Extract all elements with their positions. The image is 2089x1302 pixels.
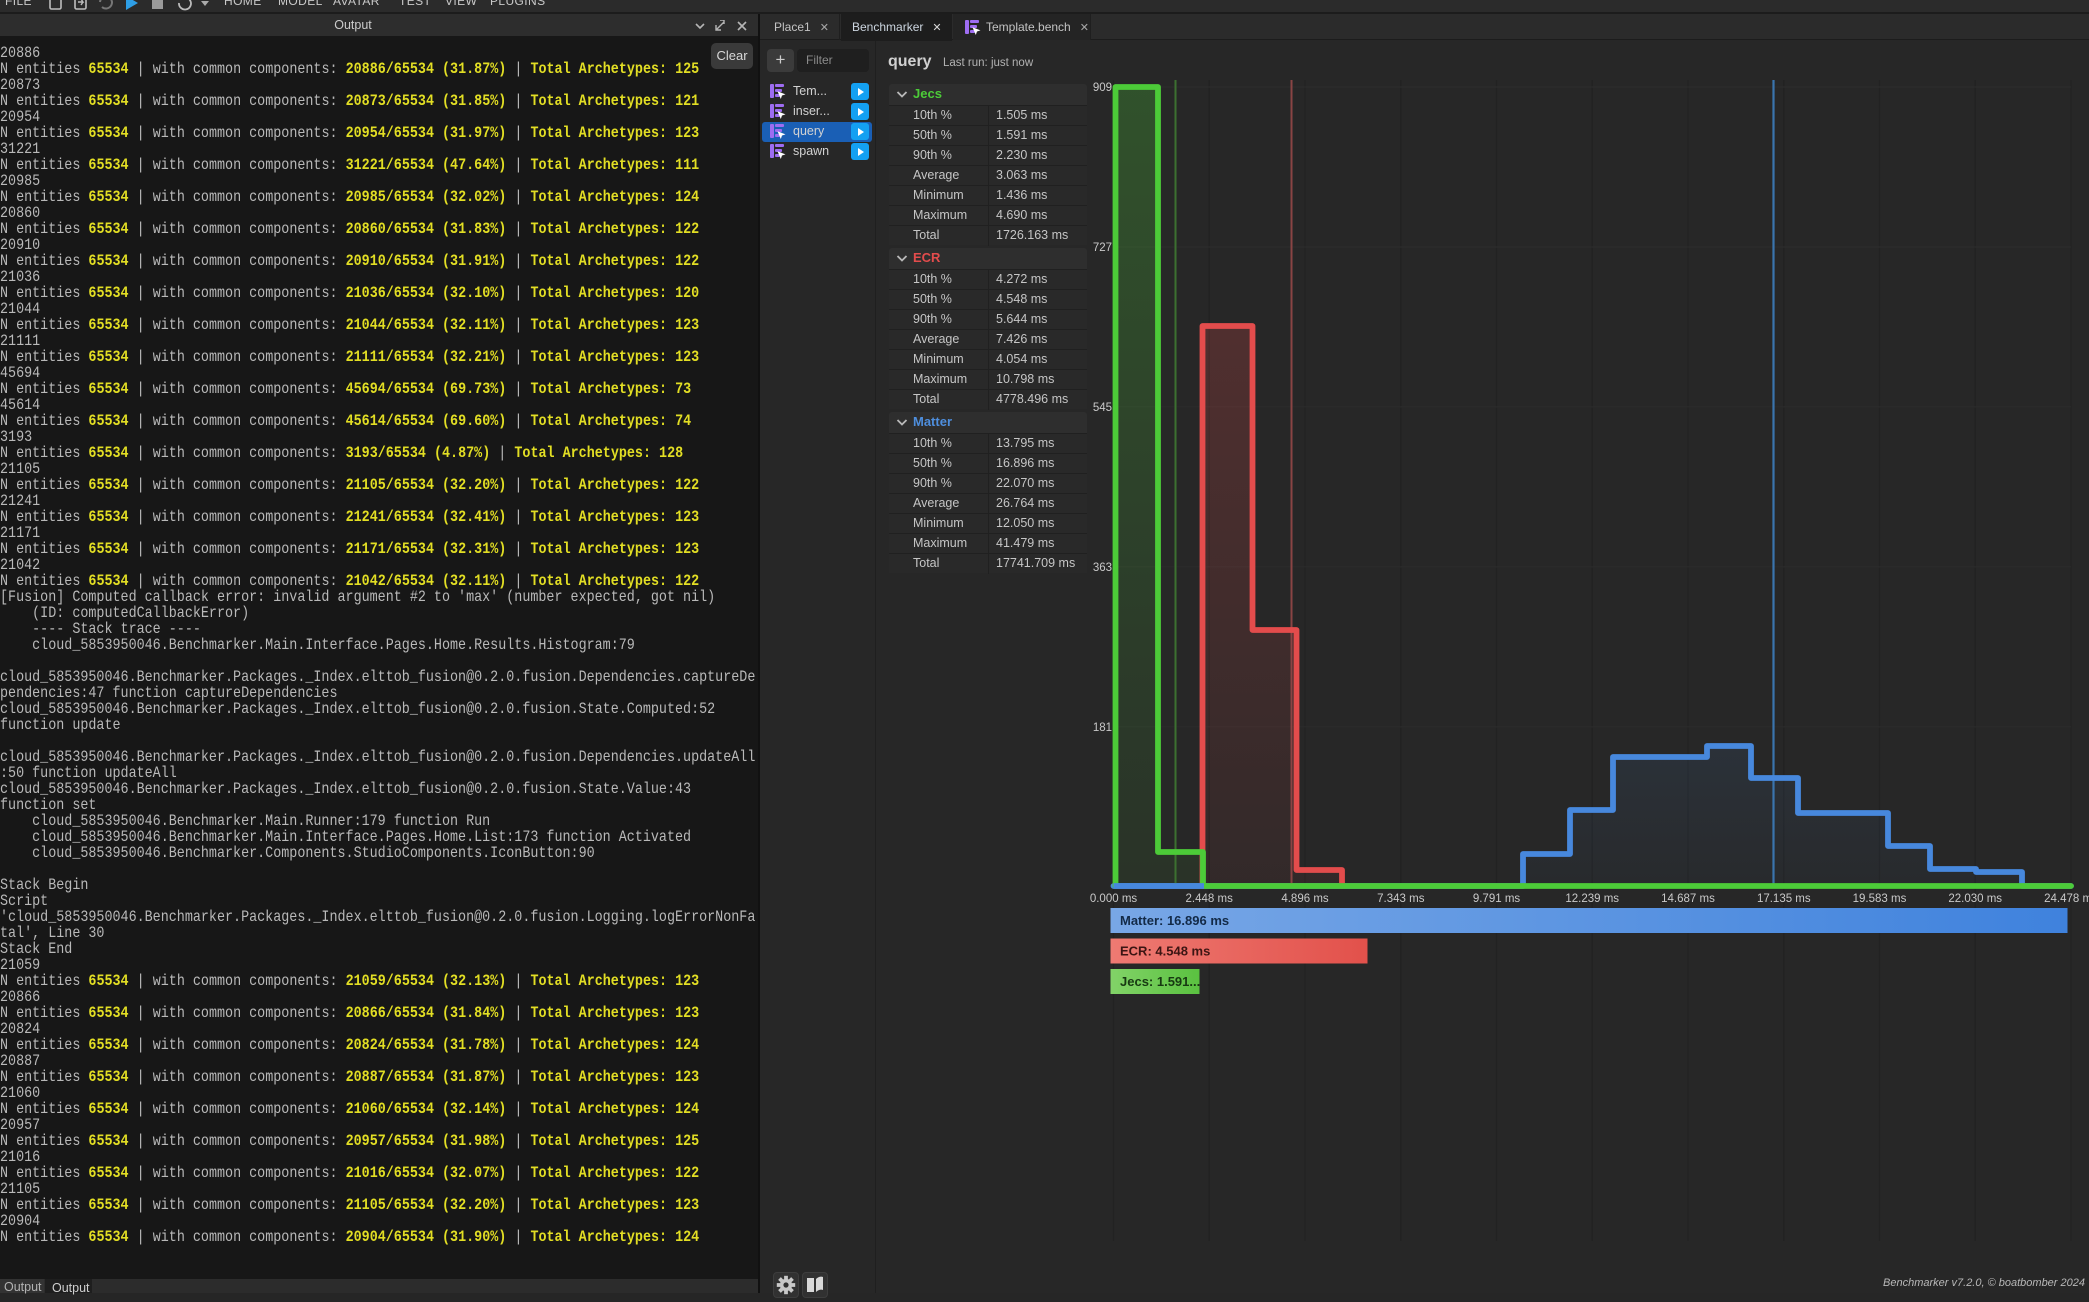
svg-text:0.000 ms: 0.000 ms xyxy=(1090,893,1138,905)
svg-text:19.583 ms: 19.583 ms xyxy=(1853,893,1907,905)
svg-text:Matter: 16.896 ms: Matter: 16.896 ms xyxy=(1120,913,1229,928)
svg-text:545: 545 xyxy=(1093,402,1112,414)
svg-text:909: 909 xyxy=(1093,82,1112,94)
svg-text:2.448 ms: 2.448 ms xyxy=(1186,893,1234,905)
svg-text:9.791 ms: 9.791 ms xyxy=(1473,893,1521,905)
svg-text:14.687 ms: 14.687 ms xyxy=(1661,893,1715,905)
svg-text:363: 363 xyxy=(1093,562,1112,574)
svg-text:Jecs: 1.591...: Jecs: 1.591... xyxy=(1120,974,1200,989)
svg-text:4.896 ms: 4.896 ms xyxy=(1281,893,1329,905)
svg-text:12.239 ms: 12.239 ms xyxy=(1565,893,1619,905)
svg-text:181: 181 xyxy=(1093,722,1112,734)
svg-text:17.135 ms: 17.135 ms xyxy=(1757,893,1811,905)
svg-text:24.478 ms: 24.478 ms xyxy=(2044,893,2089,905)
svg-text:727: 727 xyxy=(1093,242,1112,254)
svg-text:ECR: 4.548 ms: ECR: 4.548 ms xyxy=(1120,944,1210,959)
svg-text:7.343 ms: 7.343 ms xyxy=(1377,893,1425,905)
svg-text:22.030 ms: 22.030 ms xyxy=(1948,893,2002,905)
